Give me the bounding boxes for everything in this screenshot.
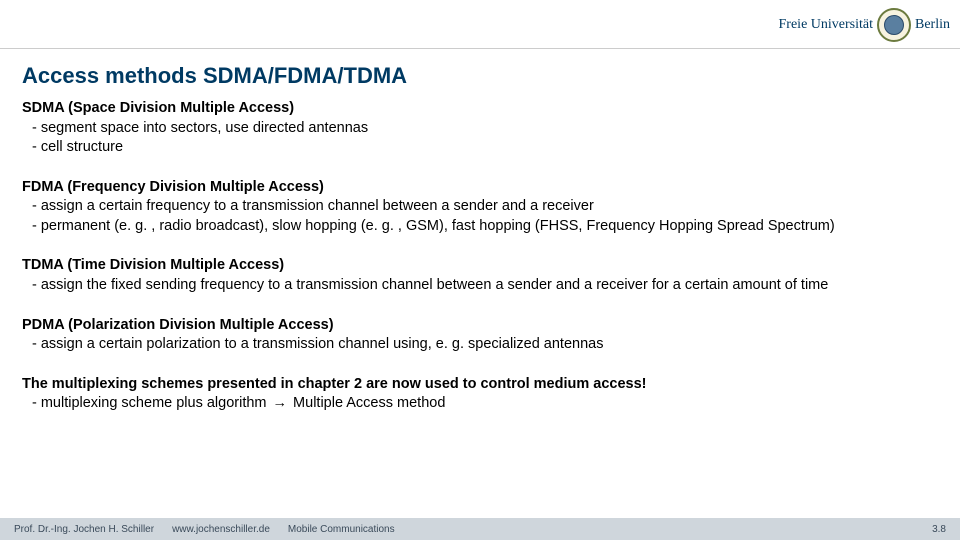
bullet-text: permanent (e. g. , radio broadcast), slo… bbox=[41, 217, 940, 237]
footer-course: Mobile Communications bbox=[288, 524, 395, 535]
bullet-item: - assign a certain frequency to a transm… bbox=[32, 197, 940, 217]
bullet-post: Multiple Access method bbox=[289, 395, 445, 411]
arrow-icon: → bbox=[271, 395, 290, 411]
logo-word-right: Berlin bbox=[915, 17, 950, 33]
logo-word-left: Freie Universität bbox=[779, 17, 873, 33]
dash-icon: - bbox=[32, 217, 37, 237]
bullet-text: assign a certain polarization to a trans… bbox=[41, 335, 940, 355]
university-logo: Freie Universität Berlin bbox=[779, 8, 950, 42]
section-heading: PDMA (Polarization Division Multiple Acc… bbox=[22, 316, 940, 336]
section-tdma: TDMA (Time Division Multiple Access) - a… bbox=[22, 256, 940, 295]
dash-icon: - bbox=[32, 394, 37, 414]
footer-author: Prof. Dr.-Ing. Jochen H. Schiller bbox=[14, 524, 154, 535]
footer-page-number: 3.8 bbox=[932, 524, 946, 535]
bullet-text: segment space into sectors, use directed… bbox=[41, 119, 940, 139]
dash-icon: - bbox=[32, 335, 37, 355]
footer-left: Prof. Dr.-Ing. Jochen H. Schiller www.jo… bbox=[14, 524, 395, 535]
section-heading: The multiplexing schemes presented in ch… bbox=[22, 375, 940, 395]
bullet-pre: multiplexing scheme plus algorithm bbox=[41, 395, 271, 411]
slide-title: Access methods SDMA/FDMA/TDMA bbox=[22, 63, 960, 89]
bullet-item: - cell structure bbox=[32, 138, 940, 158]
bullet-item: - assign a certain polarization to a tra… bbox=[32, 335, 940, 355]
bullet-text: multiplexing scheme plus algorithm → Mul… bbox=[41, 394, 940, 414]
section-sdma: SDMA (Space Division Multiple Access) - … bbox=[22, 99, 940, 158]
dash-icon: - bbox=[32, 197, 37, 217]
header-bar: Freie Universität Berlin bbox=[0, 0, 960, 49]
section-fdma: FDMA (Frequency Division Multiple Access… bbox=[22, 178, 940, 237]
slide-footer: Prof. Dr.-Ing. Jochen H. Schiller www.jo… bbox=[0, 518, 960, 540]
logo-text: Freie Universität Berlin bbox=[779, 8, 950, 42]
seal-inner-icon bbox=[884, 15, 904, 35]
dash-icon: - bbox=[32, 119, 37, 139]
dash-icon: - bbox=[32, 276, 37, 296]
slide-body: SDMA (Space Division Multiple Access) - … bbox=[22, 99, 940, 414]
section-summary: The multiplexing schemes presented in ch… bbox=[22, 375, 940, 414]
bullet-item: - segment space into sectors, use direct… bbox=[32, 119, 940, 139]
bullet-item: - permanent (e. g. , radio broadcast), s… bbox=[32, 217, 940, 237]
section-heading: SDMA (Space Division Multiple Access) bbox=[22, 99, 940, 119]
bullet-text: assign the fixed sending frequency to a … bbox=[41, 276, 940, 296]
section-heading: FDMA (Frequency Division Multiple Access… bbox=[22, 178, 940, 198]
section-pdma: PDMA (Polarization Division Multiple Acc… bbox=[22, 316, 940, 355]
university-seal-icon bbox=[877, 8, 911, 42]
dash-icon: - bbox=[32, 138, 37, 158]
bullet-item: - assign the fixed sending frequency to … bbox=[32, 276, 940, 296]
section-heading: TDMA (Time Division Multiple Access) bbox=[22, 256, 940, 276]
bullet-text: cell structure bbox=[41, 138, 940, 158]
footer-url: www.jochenschiller.de bbox=[172, 524, 270, 535]
bullet-text: assign a certain frequency to a transmis… bbox=[41, 197, 940, 217]
bullet-item: - multiplexing scheme plus algorithm → M… bbox=[32, 394, 940, 414]
